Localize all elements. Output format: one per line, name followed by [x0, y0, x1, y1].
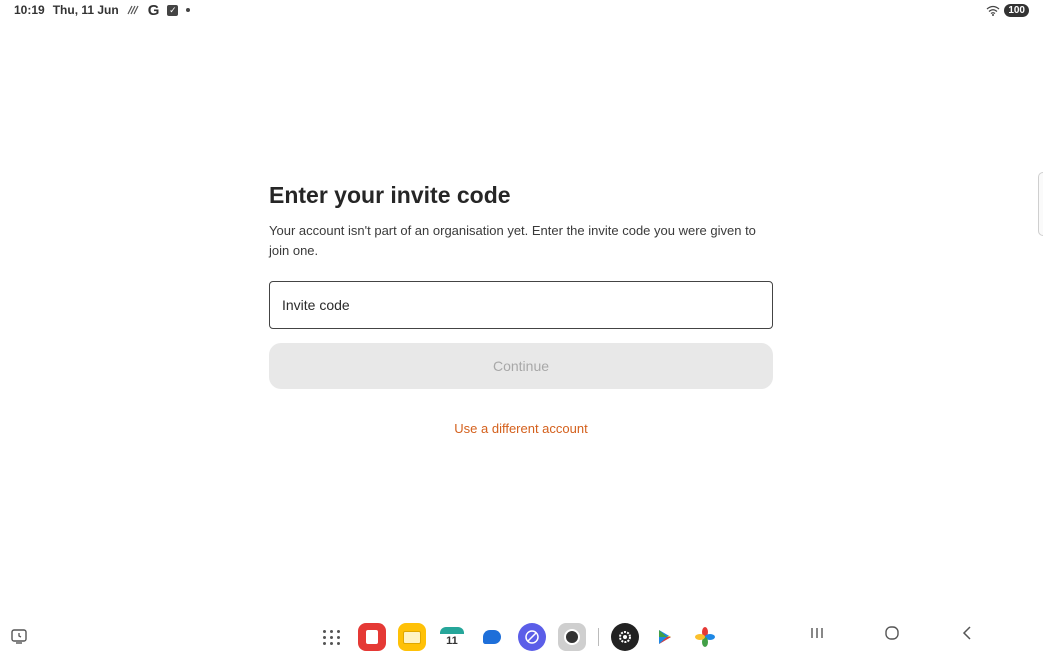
- calendar-day: 11: [446, 634, 458, 647]
- use-different-account-link[interactable]: Use a different account: [269, 421, 773, 436]
- wifi-icon: [986, 5, 1000, 16]
- edge-panel-handle[interactable]: [1038, 172, 1043, 236]
- notes-app-icon[interactable]: [358, 623, 386, 651]
- home-icon[interactable]: [884, 625, 900, 641]
- recents-icon[interactable]: [809, 625, 825, 641]
- status-bar: 10:19 Thu, 11 Jun G ✓ 100: [0, 0, 1043, 20]
- back-icon[interactable]: [959, 625, 975, 641]
- invite-code-form: Enter your invite code Your account isn'…: [269, 180, 773, 436]
- settings-app-icon[interactable]: [611, 623, 639, 651]
- battery-indicator: 100: [1004, 3, 1029, 17]
- calendar-app-icon[interactable]: 11: [438, 623, 466, 651]
- invite-code-input[interactable]: [269, 281, 773, 329]
- photos-app-icon[interactable]: [691, 623, 719, 651]
- status-left: 10:19 Thu, 11 Jun G ✓: [14, 1, 191, 19]
- page-description: Your account isn't part of an organisati…: [269, 223, 756, 258]
- browser-app-icon[interactable]: [518, 623, 546, 651]
- taskbar-apps: 11: [318, 623, 719, 651]
- google-icon: G: [147, 1, 160, 19]
- camera-app-icon[interactable]: [558, 623, 586, 651]
- page-title: Enter your invite code: [269, 182, 511, 208]
- status-date: Thu, 11 Jun: [52, 3, 119, 17]
- app-drawer-icon[interactable]: [318, 623, 346, 651]
- files-app-icon[interactable]: [398, 623, 426, 651]
- status-right: 100: [986, 3, 1029, 17]
- taskbar-separator: [598, 628, 599, 646]
- messages-app-icon[interactable]: [478, 623, 506, 651]
- taskbar: 11: [0, 617, 1043, 656]
- screen-assistant-icon[interactable]: [10, 627, 28, 645]
- continue-button[interactable]: Continue: [269, 343, 773, 389]
- task-check-icon: ✓: [167, 4, 179, 16]
- no-signal-icon: [127, 5, 139, 15]
- more-notifications-icon: [186, 8, 191, 12]
- status-time: 10:19: [14, 3, 45, 17]
- play-store-icon[interactable]: [651, 623, 679, 651]
